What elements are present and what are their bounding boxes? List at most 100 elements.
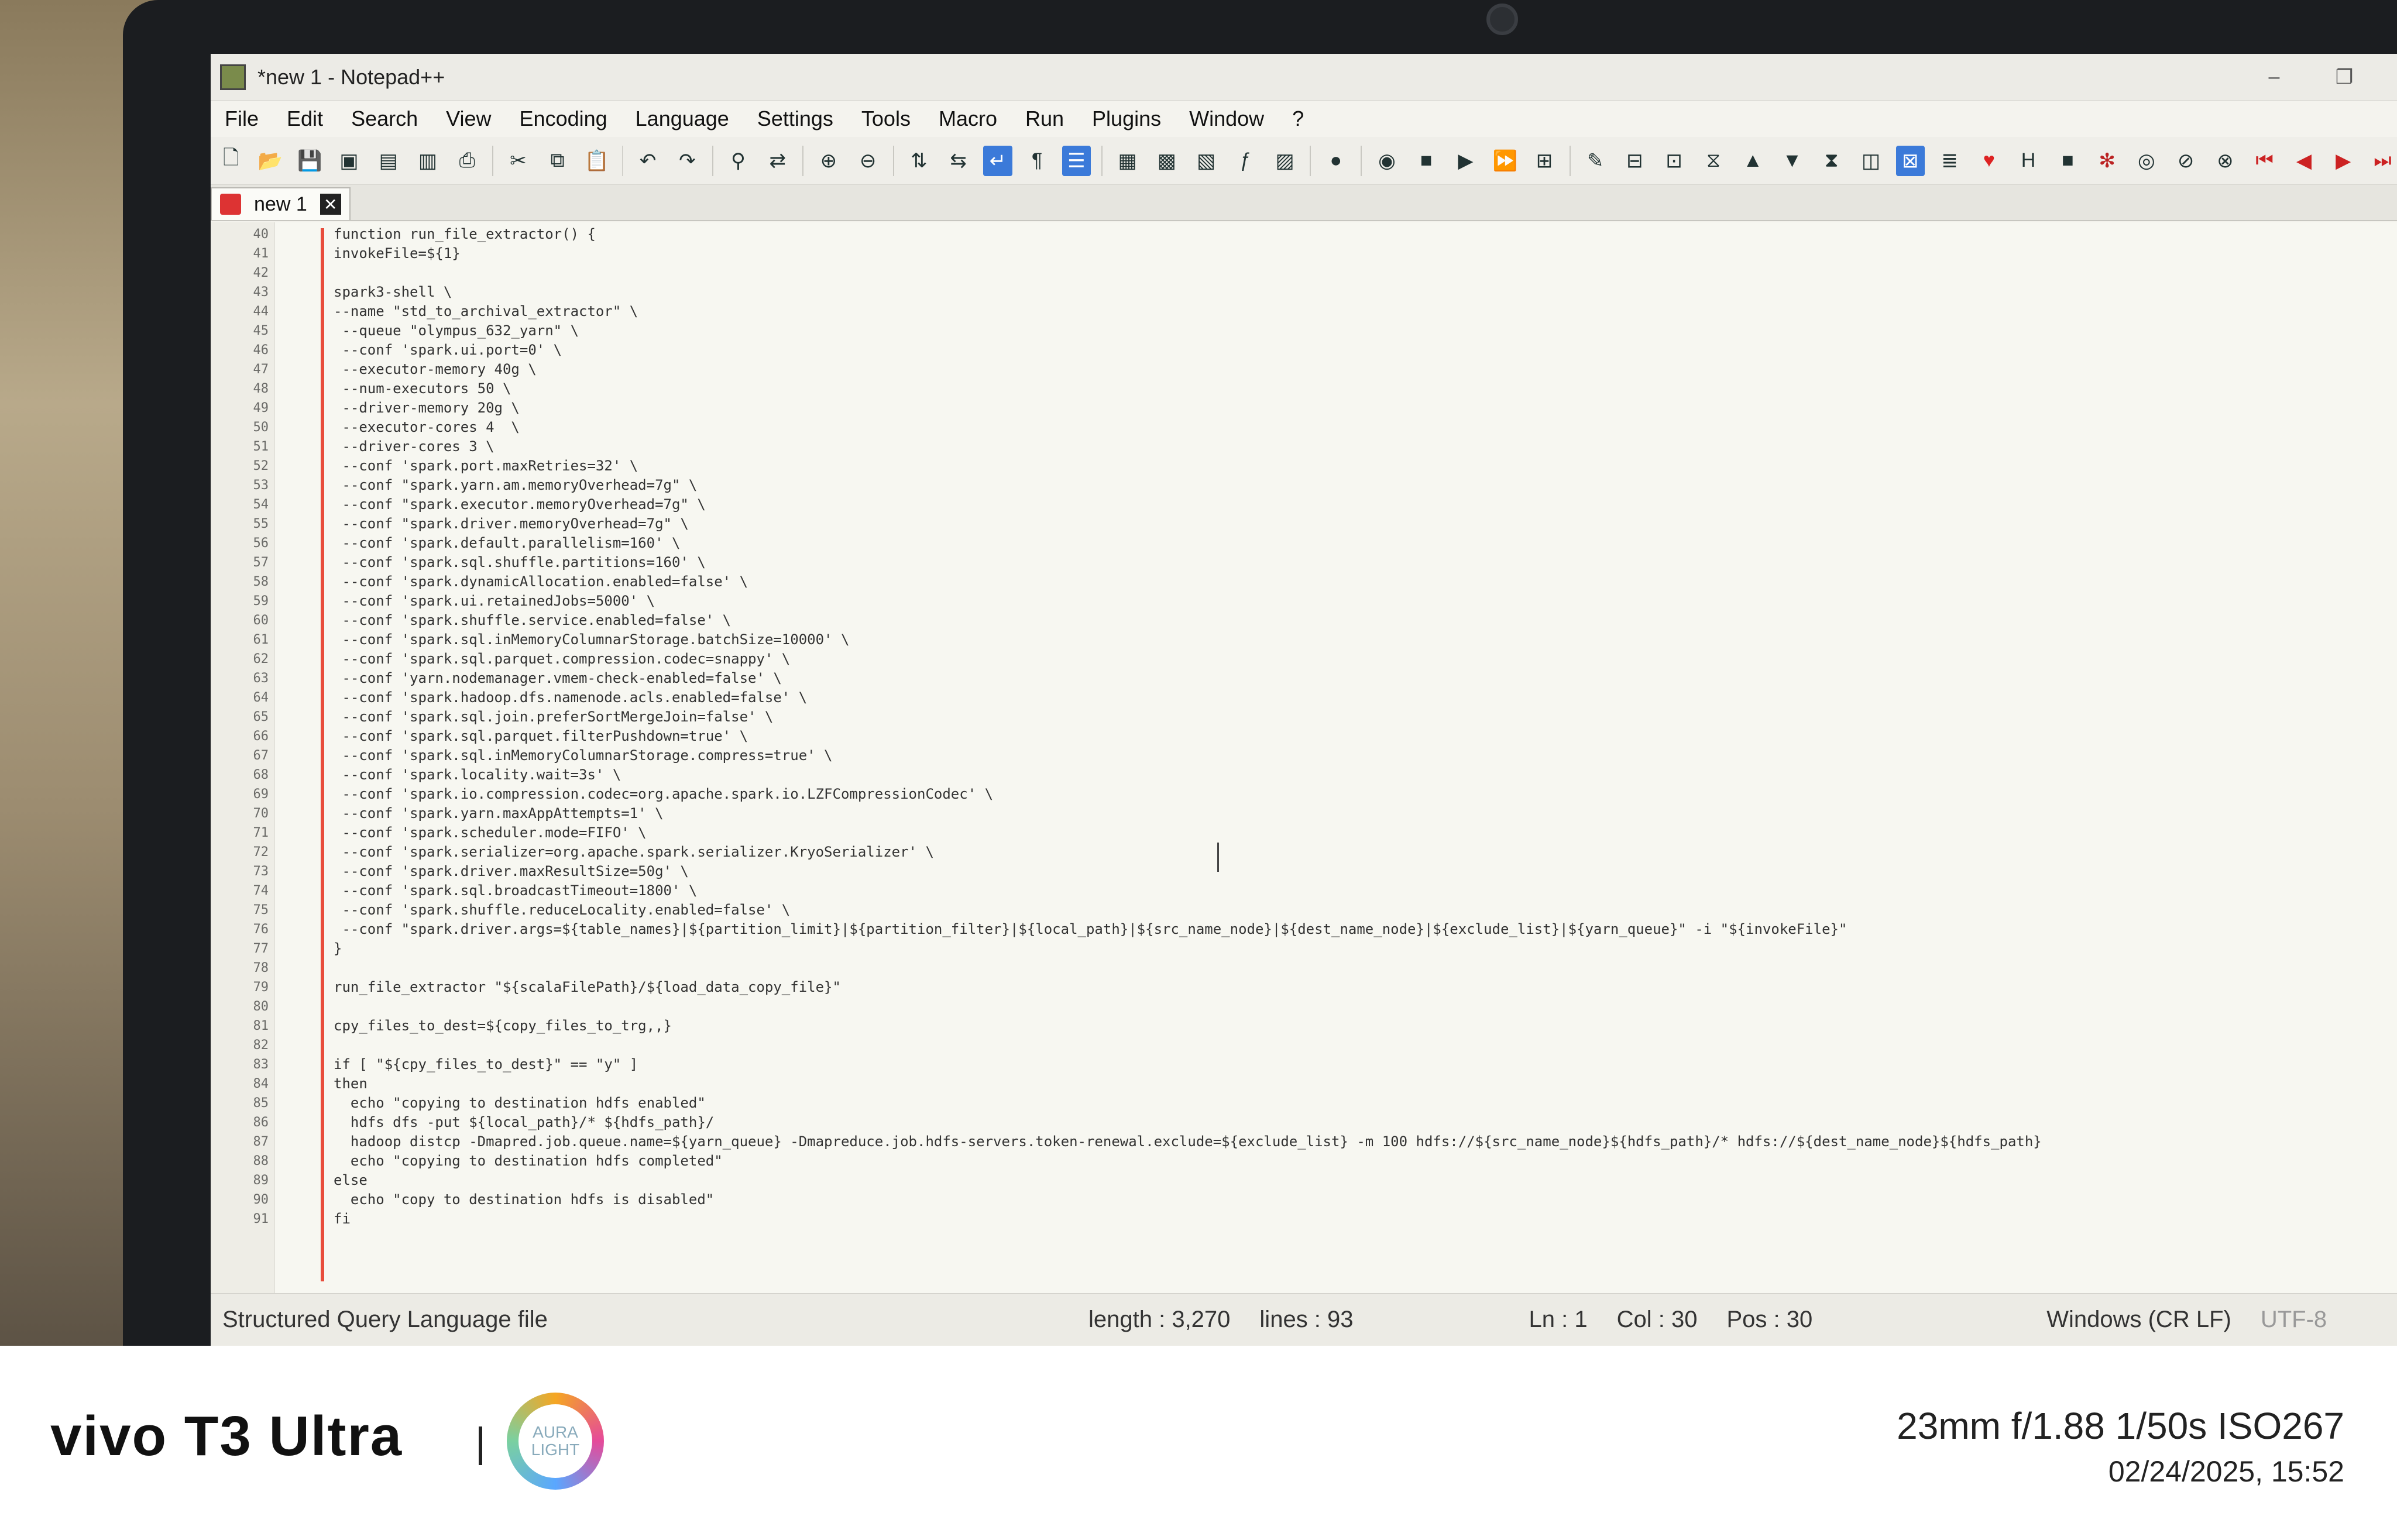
- menu-tools[interactable]: Tools: [861, 106, 911, 131]
- code-line[interactable]: echo "copy to destination hdfs is disabl…: [334, 1190, 2397, 1209]
- save-icon[interactable]: 💾: [296, 146, 324, 176]
- find-icon[interactable]: ⚲: [724, 146, 753, 176]
- redo-icon[interactable]: ↷: [673, 146, 702, 176]
- code-area[interactable]: function run_file_extractor() {invokeFil…: [334, 222, 2397, 1293]
- fold-margin[interactable]: [275, 222, 334, 1293]
- last-icon[interactable]: ⏭: [2368, 146, 2397, 176]
- folder-as-workspace-icon[interactable]: ▨: [1270, 146, 1299, 176]
- cut-icon[interactable]: ✂: [504, 146, 533, 176]
- record-macro-icon[interactable]: ◉: [1372, 146, 1401, 176]
- previous-icon[interactable]: ◀: [2289, 146, 2318, 176]
- code-line[interactable]: --conf 'spark.yarn.maxAppAttempts=1' \: [334, 804, 2397, 823]
- menu-plugins[interactable]: Plugins: [1092, 106, 1161, 131]
- code-line[interactable]: echo "copying to destination hdfs enable…: [334, 1094, 2397, 1113]
- menu-language[interactable]: Language: [636, 106, 729, 131]
- code-line[interactable]: --conf 'spark.dynamicAllocation.enabled=…: [334, 572, 2397, 592]
- plugin-icon[interactable]: ■: [2053, 146, 2082, 176]
- code-line[interactable]: --conf "spark.executor.memoryOverhead=7g…: [334, 495, 2397, 514]
- code-line[interactable]: hadoop distcp -Dmapred.job.queue.name=${…: [334, 1132, 2397, 1151]
- tab-close-icon[interactable]: ✕: [320, 194, 341, 215]
- status-eol[interactable]: Windows (CR LF): [2046, 1307, 2231, 1333]
- paste-icon[interactable]: 📋: [582, 146, 611, 176]
- code-line[interactable]: run_file_extractor "${scalaFilePath}/${l…: [334, 978, 2397, 997]
- heart-icon[interactable]: ♥: [1974, 146, 2003, 176]
- plugin-icon[interactable]: ⊡: [1660, 146, 1688, 176]
- arrow-up-icon[interactable]: ▲: [1739, 146, 1767, 176]
- sync-horizontal-icon[interactable]: ⇆: [944, 146, 973, 176]
- plugin-icon[interactable]: ⊟: [1620, 146, 1649, 176]
- code-line[interactable]: --conf "spark.driver.args=${table_names}…: [334, 920, 2397, 939]
- menu-settings[interactable]: Settings: [757, 106, 833, 131]
- code-line[interactable]: }: [334, 939, 2397, 958]
- code-line[interactable]: --conf 'spark.serializer=org.apache.spar…: [334, 843, 2397, 862]
- menu-edit[interactable]: Edit: [287, 106, 323, 131]
- code-line[interactable]: --conf 'spark.sql.inMemoryColumnarStorag…: [334, 746, 2397, 765]
- play-macro-icon[interactable]: ▶: [1451, 146, 1480, 176]
- code-line[interactable]: --driver-cores 3 \: [334, 437, 2397, 456]
- editor-pane[interactable]: 40 41 42 43 44 45 46 47 48 49 50 51 52 53 54 55 56 57 58 59…: [211, 222, 2397, 1293]
- menu-view[interactable]: View: [446, 106, 491, 131]
- menu-search[interactable]: Search: [351, 106, 418, 131]
- menu-file[interactable]: File: [225, 106, 259, 131]
- document-list-icon[interactable]: ▧: [1191, 146, 1220, 176]
- code-line[interactable]: --conf 'spark.hadoop.dfs.namenode.acls.e…: [334, 688, 2397, 707]
- plugin-icon[interactable]: ⧗: [1817, 146, 1846, 176]
- code-line[interactable]: --conf 'spark.ui.retainedJobs=5000' \: [334, 592, 2397, 611]
- code-line[interactable]: --queue "olympus_632_yarn" \: [334, 321, 2397, 341]
- print-icon[interactable]: ⎙: [453, 146, 482, 176]
- close-all-icon[interactable]: ▥: [413, 146, 442, 176]
- status-encoding[interactable]: UTF-8: [2261, 1307, 2327, 1333]
- code-line[interactable]: --conf 'spark.port.maxRetries=32' \: [334, 456, 2397, 476]
- code-line[interactable]: function run_file_extractor() {: [334, 225, 2397, 244]
- show-all-characters-icon[interactable]: ¶: [1023, 146, 1052, 176]
- code-line[interactable]: spark3-shell \: [334, 283, 2397, 302]
- copy-icon[interactable]: ⧉: [543, 146, 572, 176]
- code-line[interactable]: --conf 'spark.io.compression.codec=org.a…: [334, 785, 2397, 804]
- code-line[interactable]: else: [334, 1171, 2397, 1190]
- code-line[interactable]: --conf "spark.yarn.am.memoryOverhead=7g"…: [334, 476, 2397, 495]
- code-line[interactable]: --conf "spark.driver.memoryOverhead=7g" …: [334, 514, 2397, 534]
- code-line[interactable]: then: [334, 1074, 2397, 1094]
- save-macro-icon[interactable]: ⊞: [1530, 146, 1558, 176]
- code-line[interactable]: [334, 997, 2397, 1016]
- code-line[interactable]: --conf 'spark.driver.maxResultSize=50g' …: [334, 862, 2397, 881]
- code-line[interactable]: --num-executors 50 \: [334, 379, 2397, 398]
- code-line[interactable]: --conf 'spark.sql.inMemoryColumnarStorag…: [334, 630, 2397, 649]
- plugin-icon[interactable]: ✻: [2093, 146, 2121, 176]
- first-icon[interactable]: ⏮: [2250, 146, 2279, 176]
- plugin-icon[interactable]: ⊠: [1895, 145, 1925, 176]
- code-line[interactable]: --conf 'spark.locality.wait=3s' \: [334, 765, 2397, 785]
- code-line[interactable]: --conf 'yarn.nodemanager.vmem-check-enab…: [334, 669, 2397, 688]
- code-line[interactable]: --conf 'spark.sql.join.preferSortMergeJo…: [334, 707, 2397, 727]
- code-line[interactable]: hdfs dfs -put ${local_path}/* ${hdfs_pat…: [334, 1113, 2397, 1132]
- arrow-down-icon[interactable]: ▼: [1778, 146, 1807, 176]
- code-line[interactable]: --conf 'spark.default.parallelism=160' \: [334, 534, 2397, 553]
- plugin-icon[interactable]: ◫: [1856, 146, 1885, 176]
- indent-guide-icon[interactable]: ☰: [1062, 145, 1091, 176]
- plugin-icon[interactable]: ⧖: [1699, 146, 1728, 176]
- plugin-icon[interactable]: ◎: [2132, 146, 2161, 176]
- maximize-icon[interactable]: ❐: [2327, 66, 2362, 89]
- code-line[interactable]: echo "copying to destination hdfs comple…: [334, 1151, 2397, 1171]
- code-line[interactable]: --conf 'spark.sql.shuffle.partitions=160…: [334, 553, 2397, 572]
- plugin-icon[interactable]: ✎: [1581, 146, 1610, 176]
- undo-icon[interactable]: ↶: [633, 146, 662, 176]
- plugin-icon[interactable]: ≣: [1935, 146, 1964, 176]
- code-line[interactable]: --driver-memory 20g \: [334, 398, 2397, 418]
- zoom-out-icon[interactable]: ⊖: [854, 146, 882, 176]
- replace-icon[interactable]: ⇄: [763, 146, 792, 176]
- code-line[interactable]: fi: [334, 1209, 2397, 1229]
- function-list-icon[interactable]: ƒ: [1231, 146, 1260, 176]
- sync-vertical-icon[interactable]: ⇅: [905, 146, 933, 176]
- menu-window[interactable]: Window: [1189, 106, 1264, 131]
- code-line[interactable]: [334, 263, 2397, 283]
- code-line[interactable]: --conf 'spark.sql.parquet.filterPushdown…: [334, 727, 2397, 746]
- close-file-icon[interactable]: ▤: [374, 146, 403, 176]
- word-wrap-icon[interactable]: ↵: [983, 145, 1012, 176]
- minimize-icon[interactable]: –: [2257, 66, 2292, 89]
- open-file-icon[interactable]: 📂: [256, 146, 284, 176]
- menu-encoding[interactable]: Encoding: [520, 106, 607, 131]
- new-file-icon[interactable]: 🗋: [217, 146, 245, 176]
- code-line[interactable]: [334, 1036, 2397, 1055]
- code-line[interactable]: --conf 'spark.ui.port=0' \: [334, 341, 2397, 360]
